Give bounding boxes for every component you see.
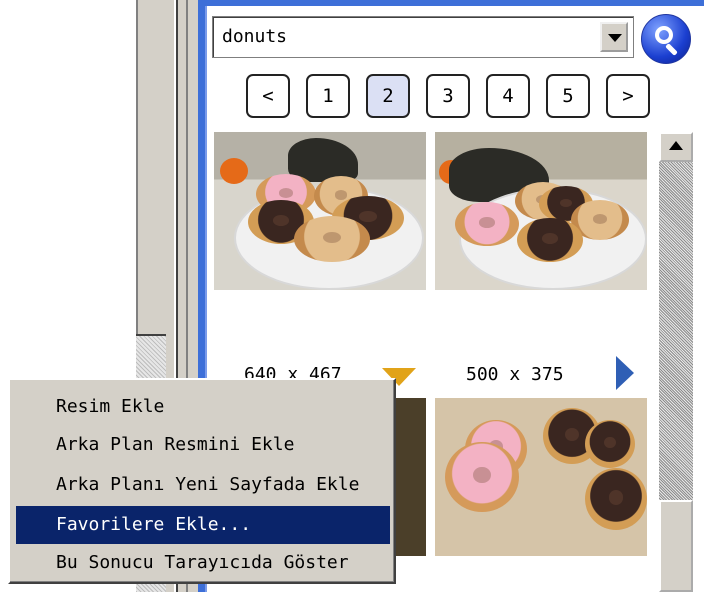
page-2-button[interactable]: 2 (366, 74, 410, 118)
magnifier-icon (655, 26, 673, 44)
chevron-down-icon (608, 34, 622, 42)
scroll-up-button[interactable] (659, 132, 693, 162)
menu-item-add-background-image[interactable]: Arka Plan Resmini Ekle (16, 426, 390, 464)
menu-item-add-image[interactable]: Resim Ekle (16, 388, 390, 426)
page-4-button[interactable]: 4 (486, 74, 530, 118)
scrollbar-thumb[interactable] (659, 500, 693, 592)
chevron-up-icon (669, 141, 683, 150)
search-input[interactable]: donuts (222, 26, 287, 47)
result-image-1[interactable] (214, 132, 426, 290)
menu-item-show-in-browser[interactable]: Bu Sonucu Tarayıcıda Göster (16, 544, 390, 582)
result-image-2[interactable] (435, 132, 647, 290)
page-5-button[interactable]: 5 (546, 74, 590, 118)
left-pane-edge (136, 0, 166, 336)
triangle-right-icon[interactable] (616, 356, 634, 390)
result-2-dimensions: 500 x 375 (466, 364, 564, 385)
search-button[interactable] (641, 14, 691, 64)
context-menu: Resim Ekle Arka Plan Resmini Ekle Arka P… (8, 378, 396, 584)
prev-page-button[interactable]: < (246, 74, 290, 118)
search-dropdown-button[interactable] (600, 22, 628, 52)
next-page-button[interactable]: > (606, 74, 650, 118)
page-1-button[interactable]: 1 (306, 74, 350, 118)
menu-item-add-to-favorites[interactable]: Favorilere Ekle... (16, 506, 390, 544)
result-image-4[interactable] (435, 398, 647, 556)
page-3-button[interactable]: 3 (426, 74, 470, 118)
menu-item-add-background-new-page[interactable]: Arka Planı Yeni Sayfada Ekle (16, 466, 390, 504)
